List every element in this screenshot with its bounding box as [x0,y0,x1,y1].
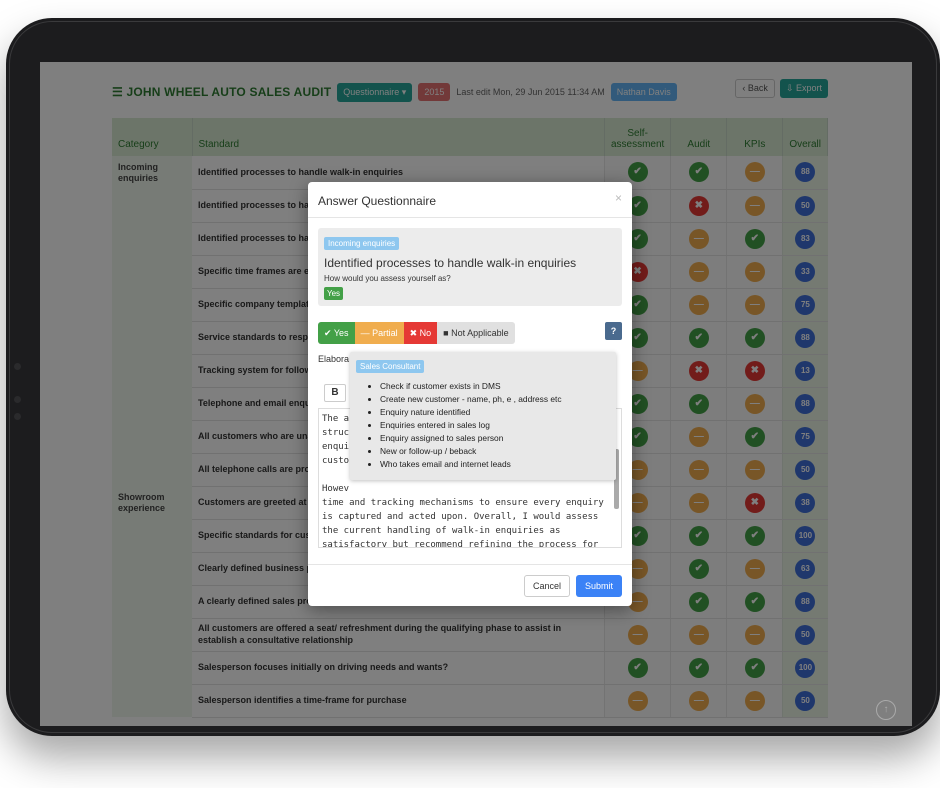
tooltip-item: Enquiries entered in sales log [380,419,610,432]
modal-footer: Cancel Submit [308,564,632,606]
option-na-label: Not Applicable [451,328,509,338]
help-tooltip: Sales Consultant Check if customer exist… [350,352,616,480]
tablet-frame: ☰ JOHN WHEEL AUTO SALES AUDIT Questionna… [6,18,940,736]
submit-button[interactable]: Submit [575,575,622,597]
tooltip-tag: Sales Consultant [356,360,425,373]
modal-header: Answer Questionnaire × [308,182,632,218]
answer-options: ✔ Yes — Partial ✖ No ■ Not Applicable [318,322,515,344]
sensor-icon [14,413,21,420]
elaborate-label: Elabora [318,354,350,364]
question-prompt: How would you assess yourself as? [324,274,451,283]
option-partial-button[interactable]: — Partial [354,322,404,344]
tooltip-item: Who takes email and internet leads [380,458,610,471]
current-answer-badge: Yes [324,287,344,300]
option-no-button[interactable]: ✖ No [403,322,438,344]
tooltip-list: Check if customer exists in DMSCreate ne… [380,380,610,471]
tooltip-item: New or follow-up / beback [380,445,610,458]
question-title: Identified processes to handle walk-in e… [324,256,577,270]
category-tag: Incoming enquiries [324,237,400,250]
tooltip-item: Enquiry nature identified [380,406,610,419]
sensor-icon [14,396,21,403]
scroll-top-icon[interactable]: ↑ [876,700,896,720]
option-na-button[interactable]: ■ Not Applicable [437,322,515,344]
close-icon[interactable]: × [615,191,622,205]
option-yes-button[interactable]: ✔ Yes [318,322,355,344]
bold-button[interactable]: B [324,384,346,402]
tooltip-item: Enquiry assigned to sales person [380,432,610,445]
square-icon: ■ [443,328,449,338]
tooltip-item: Create new customer - name, ph, e , addr… [380,393,610,406]
help-button[interactable]: ? [605,322,622,340]
question-panel: Incoming enquiries Identified processes … [318,228,622,306]
camera-icon [14,363,21,370]
tooltip-item: Check if customer exists in DMS [380,380,610,393]
modal-title: Answer Questionnaire [318,194,437,208]
answer-modal: Answer Questionnaire × Incoming enquirie… [308,182,632,606]
app-screen: ☰ JOHN WHEEL AUTO SALES AUDIT Questionna… [40,62,912,726]
cancel-button[interactable]: Cancel [523,575,570,597]
